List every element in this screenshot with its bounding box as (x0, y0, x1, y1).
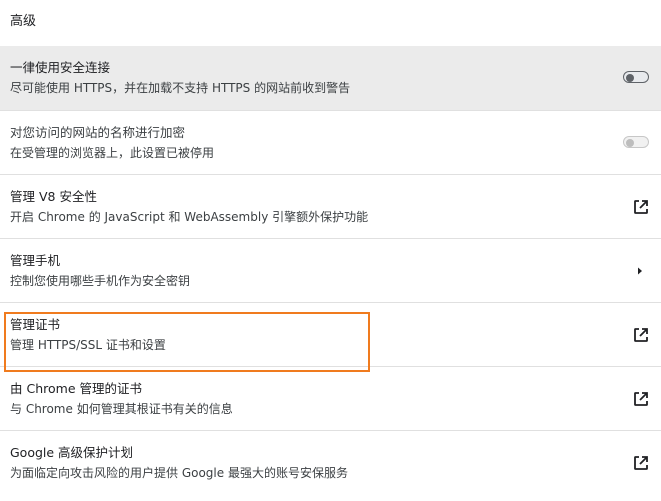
row-label: 对您访问的网站的名称进行加密 (10, 125, 186, 140)
row-manage-v8-security[interactable]: 管理 V8 安全性 开启 Chrome 的 JavaScript 和 WebAs… (0, 174, 661, 238)
row-label: 管理 V8 安全性 (10, 189, 97, 204)
row-label: 管理手机 (10, 253, 61, 268)
row-manage-certificates[interactable]: 管理证书 管理 HTTPS/SSL 证书和设置 (0, 302, 661, 366)
open-in-new-icon[interactable] (632, 326, 650, 344)
row-chrome-managed-certificates[interactable]: 由 Chrome 管理的证书 与 Chrome 如何管理其根证书有关的信息 (0, 366, 661, 430)
row-sublabel: 在受管理的浏览器上，此设置已被停用 (10, 146, 215, 160)
toggle-knob (626, 74, 634, 82)
row-sublabel: 尽可能使用 HTTPS，并在加载不支持 HTTPS 的网站前收到警告 (10, 81, 351, 95)
row-sublabel: 与 Chrome 如何管理其根证书有关的信息 (10, 402, 233, 416)
row-sublabel: 管理 HTTPS/SSL 证书和设置 (10, 338, 166, 352)
secure-connections-toggle[interactable] (623, 70, 649, 84)
row-encrypt-site-names: 对您访问的网站的名称进行加密 在受管理的浏览器上，此设置已被停用 (0, 110, 661, 174)
open-in-new-icon[interactable] (632, 390, 650, 408)
toggle-knob (626, 139, 634, 147)
row-always-use-secure-connections[interactable]: 一律使用安全连接 尽可能使用 HTTPS，并在加载不支持 HTTPS 的网站前收… (0, 46, 661, 110)
advanced-settings-list: 一律使用安全连接 尽可能使用 HTTPS，并在加载不支持 HTTPS 的网站前收… (0, 46, 661, 494)
section-title: 高级 (10, 14, 37, 29)
row-label: 一律使用安全连接 (10, 60, 111, 75)
row-google-advanced-protection[interactable]: Google 高级保护计划 为面临定向攻击风险的用户提供 Google 最强大的… (0, 430, 661, 494)
encrypt-site-names-toggle (623, 135, 649, 149)
row-label: Google 高级保护计划 (10, 445, 134, 460)
open-in-new-icon[interactable] (632, 454, 650, 472)
row-sublabel: 为面临定向攻击风险的用户提供 Google 最强大的账号安保服务 (10, 466, 348, 480)
row-sublabel: 控制您使用哪些手机作为安全密钥 (10, 274, 191, 288)
row-label: 管理证书 (10, 317, 61, 332)
open-in-new-icon[interactable] (632, 198, 650, 216)
row-sublabel: 开启 Chrome 的 JavaScript 和 WebAssembly 引擎额… (10, 210, 369, 224)
row-label: 由 Chrome 管理的证书 (10, 381, 142, 396)
chevron-right-icon[interactable] (635, 264, 645, 278)
row-manage-phones[interactable]: 管理手机 控制您使用哪些手机作为安全密钥 (0, 238, 661, 302)
